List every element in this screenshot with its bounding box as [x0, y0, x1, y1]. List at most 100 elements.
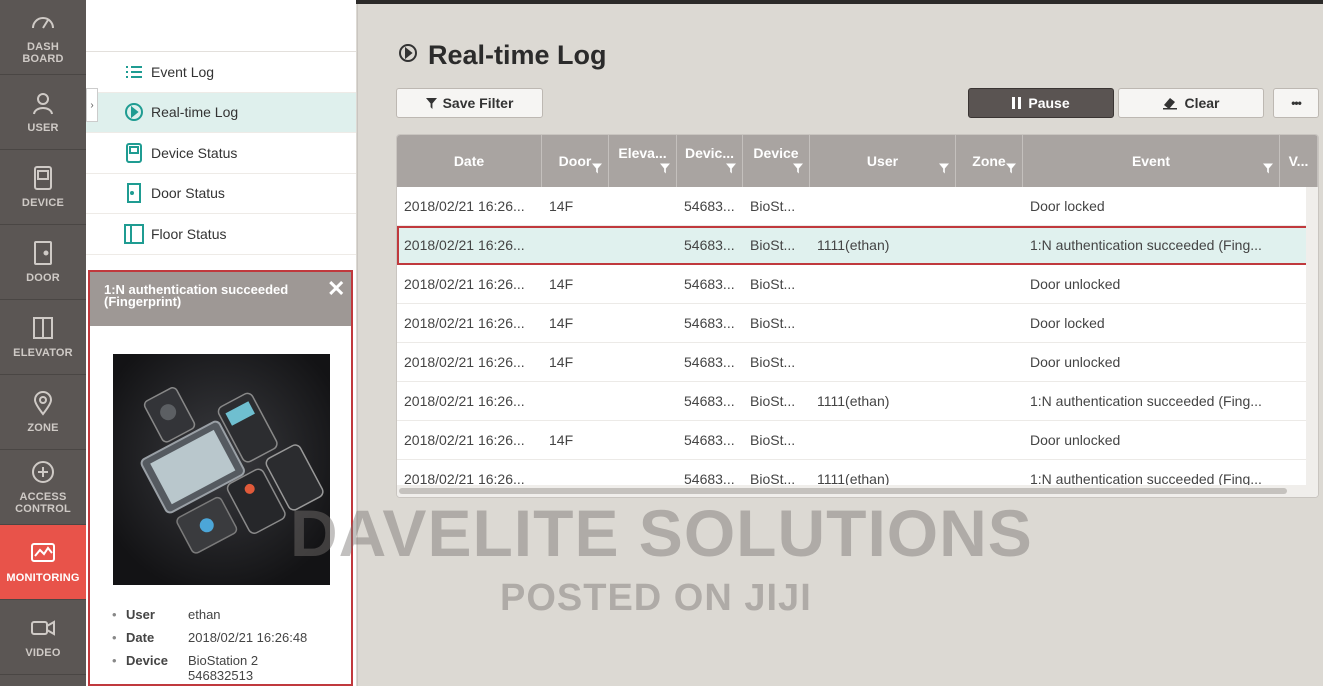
table-cell: 14F — [549, 432, 574, 448]
table-cell: BioSt... — [750, 354, 796, 370]
vertical-scrollbar[interactable] — [1306, 187, 1318, 485]
elevator-icon — [30, 315, 56, 341]
nav-device[interactable]: DEVICE — [0, 150, 86, 225]
save-filter-button[interactable]: Save Filter — [396, 88, 543, 118]
popup-header: 1:N authentication succeeded (Fingerprin… — [90, 272, 351, 326]
submenu-item-event-log[interactable]: Event Log — [86, 52, 356, 93]
location-pin-icon — [30, 390, 56, 416]
column-header[interactable]: Event — [1023, 135, 1280, 187]
table-row[interactable]: 2018/02/21 16:26... 14F 54683... BioSt... Do… — [397, 187, 1318, 226]
popup-details: • User ethan • Date 2018/02/21 16:26:48 • Devic… — [112, 607, 307, 686]
table-cell: 54683... — [684, 315, 735, 331]
submenu-item-label: Event Log — [151, 63, 215, 80]
close-icon[interactable]: ✕ — [327, 278, 345, 300]
submenu-item-label: Device Status — [151, 144, 238, 161]
grid-body: 2018/02/21 16:26... 14F 54683... BioSt... Do… — [397, 187, 1318, 497]
filter-icon[interactable] — [1006, 163, 1016, 177]
table-cell: 14F — [549, 315, 574, 331]
column-header[interactable]: V... — [1280, 135, 1318, 187]
submenu-item-real-time-log[interactable]: Real-time Log — [86, 92, 356, 133]
nav-door[interactable]: DOOR — [0, 225, 86, 300]
table-cell: Door unlocked — [1030, 276, 1121, 292]
table-row[interactable]: 2018/02/21 16:26... 54683... BioSt... 1111(… — [397, 382, 1318, 421]
table-cell: 14F — [549, 198, 574, 214]
watermark-line2: POSTED ON JIJI — [500, 577, 812, 619]
column-header[interactable]: User — [810, 135, 956, 187]
column-header[interactable]: Door — [542, 135, 609, 187]
nav-access-control[interactable]: ACCESS CONTROL — [0, 450, 86, 525]
nav-dash-board[interactable]: DASH BOARD — [0, 0, 86, 75]
table-cell: 1:N authentication succeeded (Fing... — [1030, 237, 1262, 253]
table-cell: Door locked — [1030, 198, 1105, 214]
table-cell: 14F — [549, 276, 574, 292]
column-header[interactable]: Eleva... — [609, 135, 677, 187]
detail-value: BioStation 2 546832513 — [188, 653, 259, 683]
filter-icon[interactable] — [592, 163, 602, 177]
nav-zone[interactable]: ZONE — [0, 375, 86, 450]
filter-icon[interactable] — [726, 163, 736, 177]
detail-row: • Device BioStation 2 546832513 — [112, 653, 307, 683]
filter-icon[interactable] — [660, 163, 670, 177]
table-cell: BioSt... — [750, 393, 796, 409]
collapse-toggle[interactable]: › — [86, 88, 98, 122]
nav-label: ELEVATOR — [13, 347, 73, 359]
nav-label: ZONE — [27, 422, 59, 434]
submenu-header — [86, 0, 356, 52]
grid-header: Date Door Eleva... Devic... Device User Zone Ev… — [397, 135, 1318, 187]
submenu-item-device-status[interactable]: Device Status — [86, 133, 356, 174]
table-cell: BioSt... — [750, 276, 796, 292]
save-filter-label: Save Filter — [442, 95, 514, 111]
nav-label: DOOR — [26, 272, 60, 284]
list-icon — [123, 61, 145, 83]
column-header-label: Device — [753, 145, 799, 161]
nav-label: USER — [27, 122, 59, 134]
table-row[interactable]: 2018/02/21 16:26... 14F 54683... BioSt... Do… — [397, 343, 1318, 382]
main-nav-rail: DASH BOARD USER DEVICE DOOR ELEVATOR ZONE ACCE… — [0, 0, 86, 686]
nav-monitoring[interactable]: MONITORING — [0, 525, 86, 600]
column-header[interactable]: Device — [743, 135, 810, 187]
clear-label: Clear — [1184, 95, 1220, 111]
submenu-item-floor-status[interactable]: Floor Status — [86, 214, 356, 255]
column-header[interactable]: Zone — [956, 135, 1023, 187]
funnel-icon — [425, 97, 437, 109]
table-cell: 2018/02/21 16:26... — [404, 315, 525, 331]
nav-video[interactable]: VIDEO — [0, 600, 86, 675]
table-cell: Door locked — [1030, 315, 1105, 331]
submenu-item-door-status[interactable]: Door Status — [86, 174, 356, 214]
table-cell: 2018/02/21 16:26... — [404, 237, 525, 253]
play-circle-icon — [123, 101, 145, 123]
device-status-icon — [123, 142, 145, 164]
pause-icon — [1012, 97, 1022, 109]
column-header[interactable]: Devic... — [677, 135, 743, 187]
clear-button[interactable]: Clear — [1118, 88, 1264, 118]
pause-label: Pause — [1028, 95, 1070, 111]
filter-icon[interactable] — [793, 163, 803, 177]
table-row[interactable]: 2018/02/21 16:26... 14F 54683... BioSt... Do… — [397, 265, 1318, 304]
column-header-label: Door — [558, 153, 592, 169]
submenu-item-label: Real-time Log — [151, 104, 239, 121]
nav-user[interactable]: USER — [0, 75, 86, 150]
table-row[interactable]: 2018/02/21 16:26... 54683... BioSt... 1111(… — [397, 226, 1318, 265]
filter-icon[interactable] — [939, 163, 949, 177]
column-header-label: Devic... — [684, 145, 735, 161]
bullet: • — [112, 607, 117, 622]
table-cell: 54683... — [684, 393, 735, 409]
nav-elevator[interactable]: ELEVATOR — [0, 300, 86, 375]
more-options-button[interactable]: ••• — [1273, 88, 1319, 118]
table-cell: 2018/02/21 16:26... — [404, 393, 525, 409]
monitoring-icon — [30, 540, 56, 566]
filter-icon[interactable] — [1263, 163, 1273, 177]
detail-key: Date — [126, 630, 155, 645]
column-header[interactable]: Date — [397, 135, 542, 187]
table-cell: BioSt... — [750, 237, 796, 253]
scroll-thumb[interactable] — [399, 488, 1287, 494]
table-cell: 2018/02/21 16:26... — [404, 198, 525, 214]
door-status-icon — [123, 182, 145, 204]
access-control-icon — [30, 459, 56, 485]
table-row[interactable]: 2018/02/21 16:26... 14F 54683... BioSt... Do… — [397, 304, 1318, 343]
pause-button[interactable]: Pause — [968, 88, 1114, 118]
table-row[interactable]: 2018/02/21 16:26... 14F 54683... BioSt... Do… — [397, 421, 1318, 460]
table-cell: 1111(ethan) — [817, 237, 890, 253]
gauge-icon — [30, 9, 56, 35]
bullet: • — [112, 653, 117, 668]
